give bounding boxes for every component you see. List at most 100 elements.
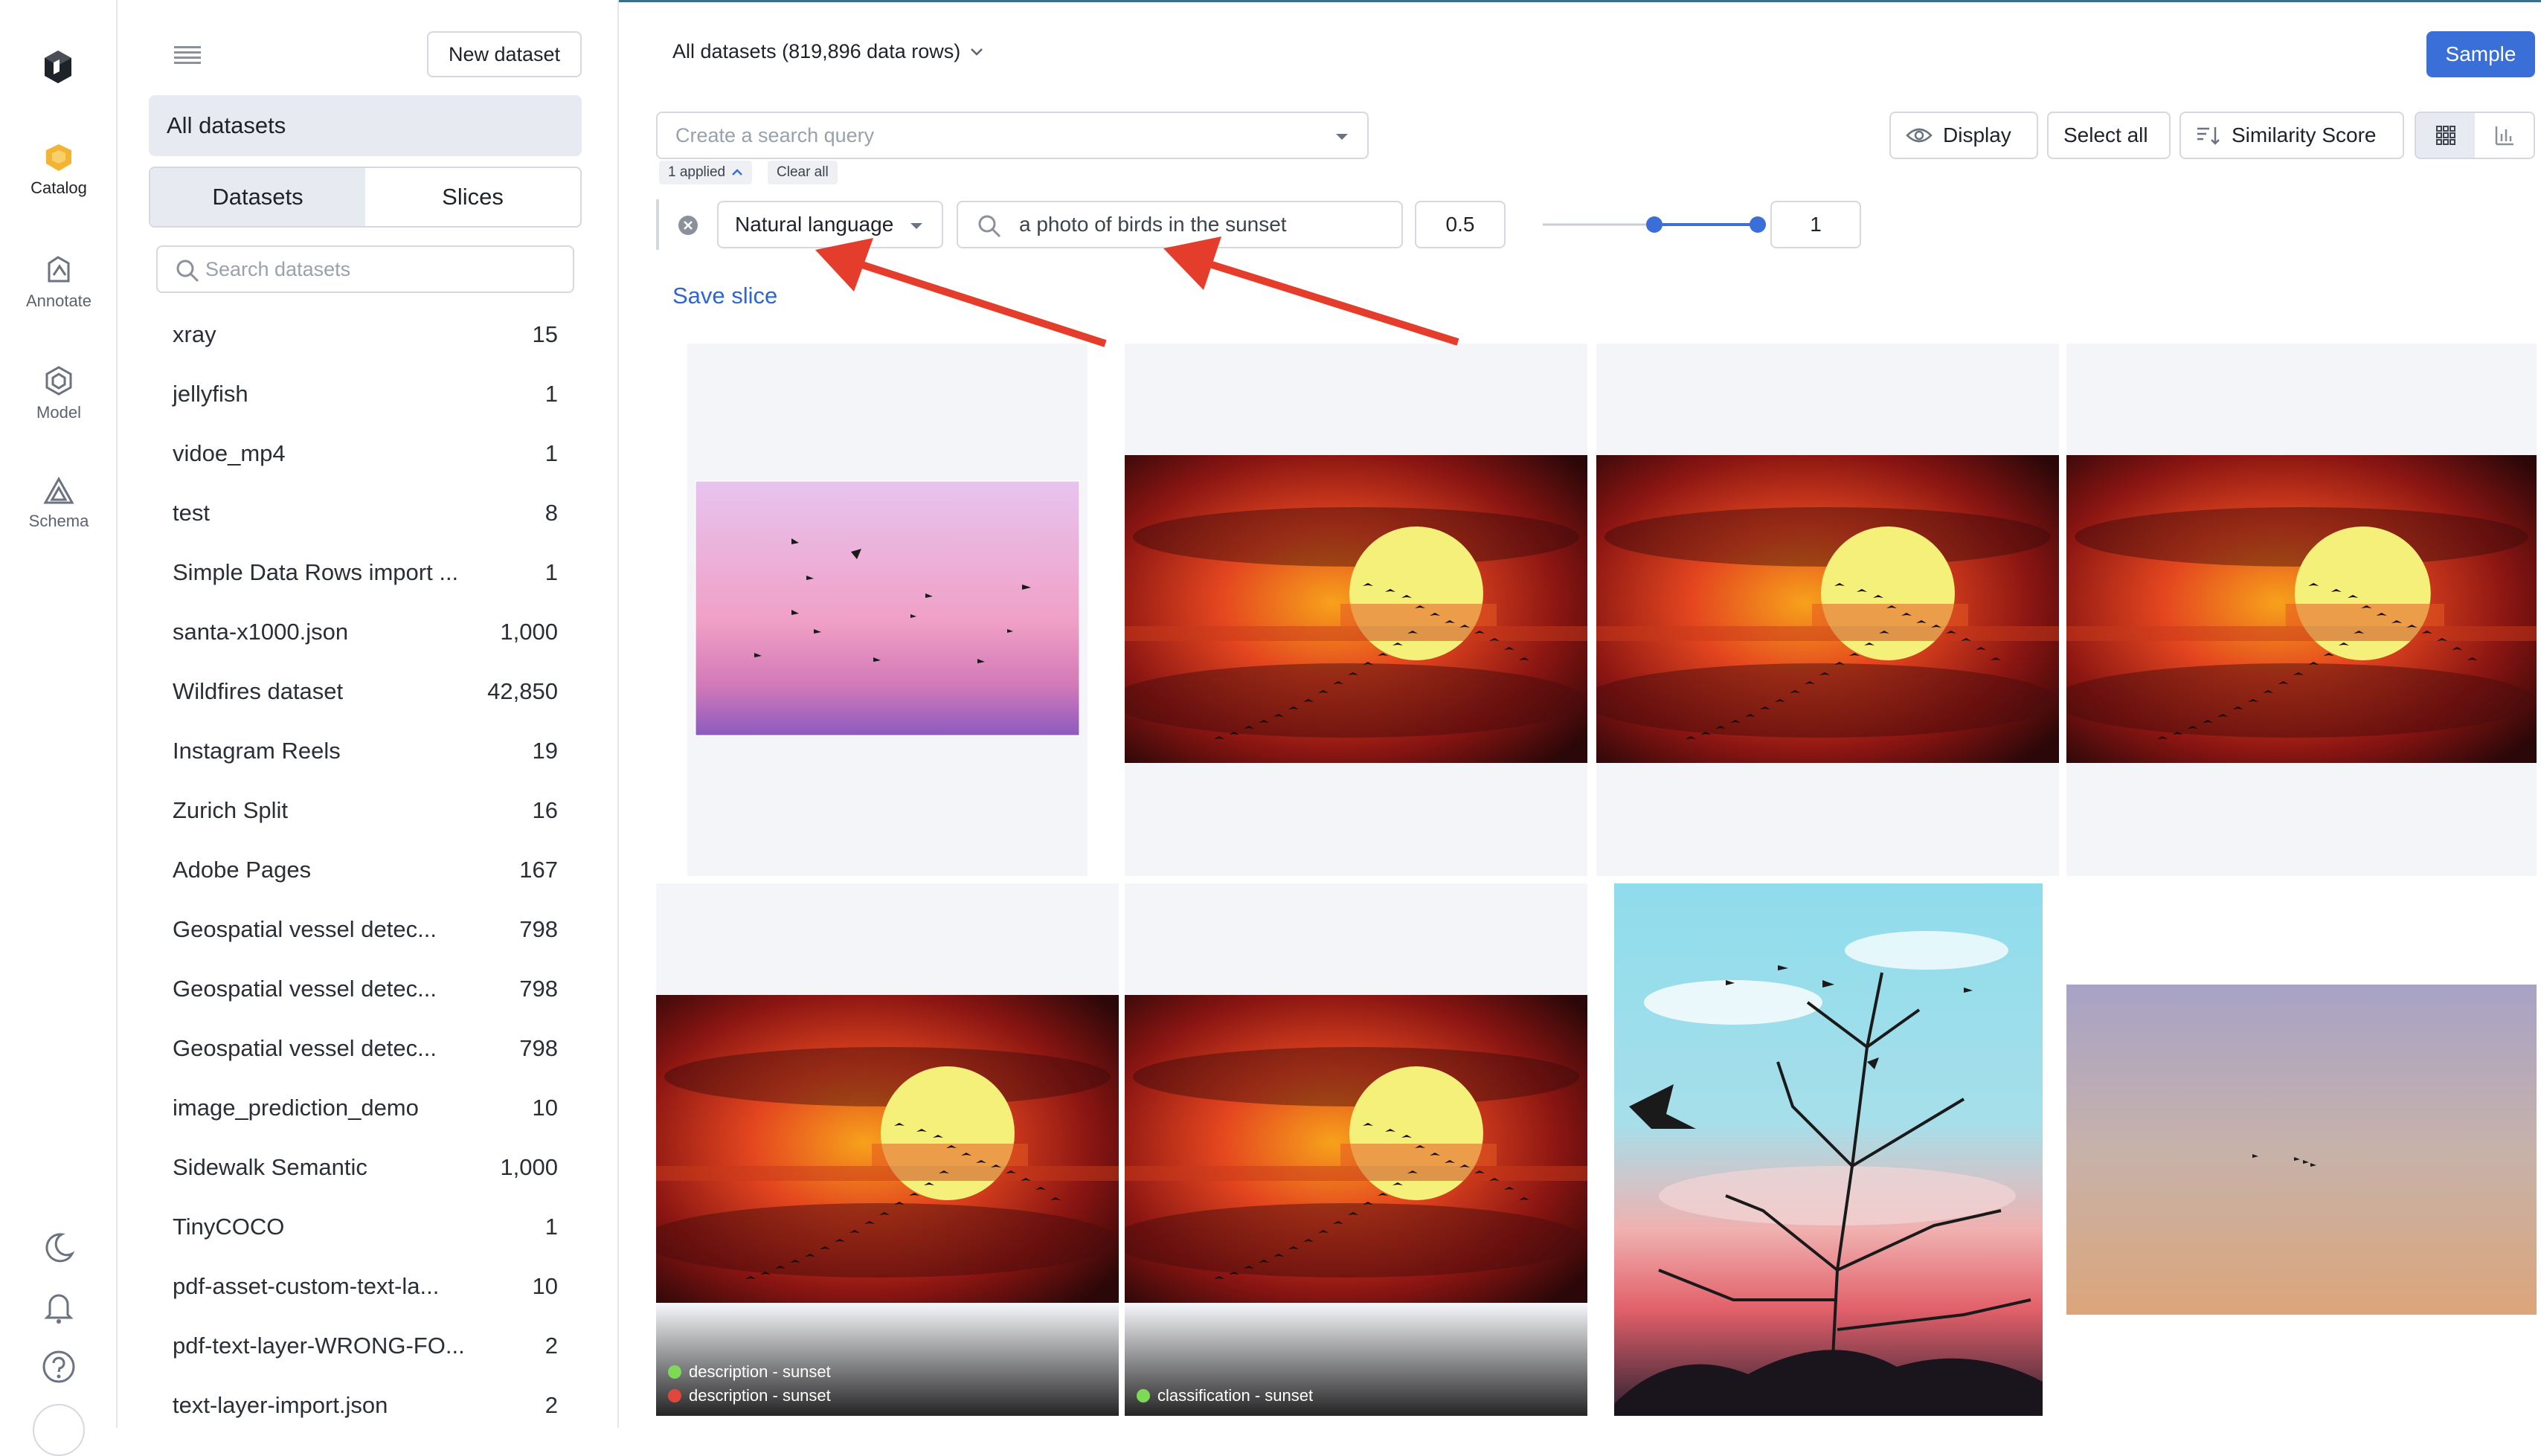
annotate-icon [48,256,70,283]
dataset-name: text-layer-import.json [173,1392,388,1418]
applied-filters-chip[interactable]: 1 applied [659,161,753,184]
dataset-list-item[interactable]: Wildfires dataset 42,850 [173,662,558,721]
filter-type-value: Natural language [735,213,894,236]
select-all-button[interactable]: Select all [2047,112,2171,159]
rail-item-catalog[interactable]: Catalog [0,143,118,198]
dataset-count: 798 [519,1035,558,1061]
sample-button[interactable]: Sample [2426,31,2535,77]
data-row-tile[interactable] [2066,344,2537,876]
dataset-list-item[interactable]: Adobe Pages 167 [173,840,558,900]
range-max-input[interactable]: 1 [1770,201,1861,248]
dataset-count: 798 [519,976,558,1002]
data-row-tile[interactable] [687,344,1088,876]
all-datasets-item[interactable]: All datasets [149,95,582,156]
new-dataset-button[interactable]: New dataset [427,31,582,77]
annotation-tag: description - sunset [668,1362,831,1382]
dataset-list-item[interactable]: text-layer-import.json 2 [173,1376,558,1435]
rail-item-label: Annotate [25,291,92,310]
page-title: All datasets (819,896 data rows) [672,40,961,62]
chart-view-button[interactable] [2475,113,2534,158]
data-row-tile[interactable]: description - sunset description - sunse… [656,883,1119,1416]
data-row-tile[interactable] [1596,344,2059,876]
notifications-icon[interactable] [39,1288,78,1327]
avatar[interactable] [33,1404,85,1456]
dataset-list-item[interactable]: vidoe_mp4 1 [173,424,558,483]
dataset-name: santa-x1000.json [173,619,349,645]
dataset-count: 10 [532,1273,558,1299]
dataset-list-item[interactable]: jellyfish 1 [173,364,558,424]
rail-item-schema[interactable]: Schema [0,476,118,531]
dataset-name: Geospatial vessel detec... [173,976,437,1002]
sort-button[interactable]: Similarity Score [2179,112,2404,159]
grid-view-button[interactable] [2416,113,2475,158]
tab-slices[interactable]: Slices [365,168,580,226]
thumbnail-image [2066,455,2537,763]
range-min-input[interactable]: 0.5 [1415,201,1506,248]
thumbnail-image [1125,455,1587,763]
data-row-tile[interactable] [1125,344,1587,876]
dataset-count: 1 [544,440,558,466]
clear-all-button[interactable]: Clear all [768,161,838,184]
datasets-slices-toggle: Datasets Slices [149,167,582,228]
display-button[interactable]: Display [1889,112,2038,159]
rail-item-label: Model [36,403,81,422]
rail-item-model[interactable]: Model [0,364,118,422]
natural-language-query-input[interactable]: a photo of birds in the sunset [957,201,1403,248]
dataset-count: 2 [544,1333,558,1359]
remove-filter-icon[interactable] [677,214,699,236]
tag-label: description - sunset [689,1362,831,1381]
dataset-name: Adobe Pages [173,857,312,883]
filter-group-indicator [656,199,664,250]
menu-icon[interactable] [171,42,204,68]
data-row-tile[interactable]: classification - sunset [1125,883,1587,1416]
thumbnail-image [1614,883,2043,1416]
dataset-list-item[interactable]: test 8 [173,483,558,543]
data-row-tile[interactable] [1614,883,2043,1416]
dataset-count: 1 [544,381,558,407]
dataset-name: pdf-text-layer-WRONG-FO... [173,1333,465,1359]
dataset-list-item[interactable]: Zurich Split 16 [173,781,558,840]
dataset-list-item[interactable]: Simple Data Rows import ... 1 [173,543,558,602]
dataset-count: 798 [519,916,558,942]
save-slice-link[interactable]: Save slice [672,283,777,309]
search-query-input[interactable]: Create a search query [656,112,1369,159]
rail-item-label: Schema [28,512,89,530]
rail-item-label: Catalog [30,178,87,197]
dataset-name: vidoe_mp4 [173,440,286,466]
dataset-list-item[interactable]: pdf-text-layer-WRONG-FO... 2 [173,1316,558,1376]
dataset-count: 42,850 [487,678,558,704]
dataset-count: 1 [544,559,558,585]
slider-min-handle[interactable] [1646,216,1663,233]
help-icon[interactable] [39,1347,78,1386]
dataset-count: 8 [544,500,558,526]
data-row-tile[interactable] [2066,883,2537,1416]
dark-mode-icon[interactable] [39,1228,78,1267]
dataset-list-item[interactable]: Sidewalk Semantic 1,000 [173,1138,558,1197]
dataset-scope-selector[interactable]: All datasets (819,896 data rows) [672,40,984,63]
thumbnail-image [695,480,1080,736]
filter-type-select[interactable]: Natural language [717,201,943,248]
dataset-list-item[interactable]: Geospatial vessel detec... 798 [173,959,558,1019]
dataset-list-item[interactable]: pdf-asset-custom-text-la... 10 [173,1257,558,1316]
app-logo-icon[interactable] [37,46,79,88]
dataset-name: image_prediction_demo [173,1095,419,1121]
display-label: Display [1943,123,2011,146]
dataset-list-item[interactable]: Geospatial vessel detec... 798 [173,1019,558,1078]
dataset-list-item[interactable]: image_prediction_demo 10 [173,1078,558,1138]
search-datasets-input[interactable]: Search datasets [156,245,574,293]
dataset-list-item[interactable]: santa-x1000.json 1,000 [173,602,558,662]
dataset-list-item[interactable]: TinyCOCO 1 [173,1197,558,1257]
thumbnail-image [1596,455,2059,763]
status-dot [668,1389,681,1402]
bar-chart-icon [2495,126,2513,146]
dataset-list-item[interactable]: Instagram Reels 19 [173,721,558,781]
dataset-name: Sidewalk Semantic [173,1154,367,1180]
dataset-list-item[interactable]: Geospatial vessel detec... 798 [173,900,558,959]
slider-max-handle[interactable] [1750,216,1766,233]
rail-item-annotate[interactable]: Annotate [0,253,118,311]
dataset-name: pdf-asset-custom-text-la... [173,1273,440,1299]
tab-datasets[interactable]: Datasets [150,168,365,226]
similarity-range-slider[interactable] [1543,216,1766,233]
search-icon [978,215,1001,238]
dataset-list-item[interactable]: xray 15 [173,305,558,364]
